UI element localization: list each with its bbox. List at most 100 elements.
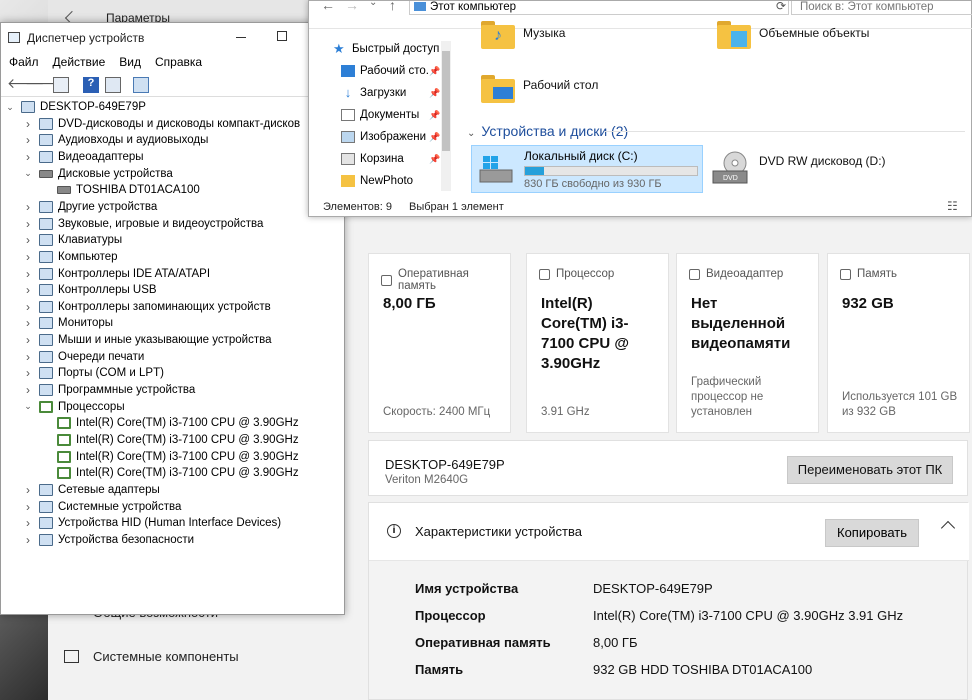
tree-node[interactable]: › Клавиатуры — [23, 232, 122, 248]
music-folder-icon[interactable]: ♪ — [481, 19, 515, 49]
tree-node[interactable]: › Системные устройства — [23, 499, 181, 515]
nav-recycle-bin[interactable]: Корзина 📌 — [341, 149, 440, 169]
back-arrow-icon[interactable]: 🡐 — [7, 75, 45, 91]
chevron-right-icon[interactable]: › — [23, 483, 33, 497]
chevron-down-icon[interactable]: ⌄ — [369, 0, 377, 8]
copy-button[interactable]: Копировать — [825, 519, 919, 547]
chevron-up-icon[interactable] — [940, 520, 956, 536]
nav-newphoto[interactable]: NewPhoto — [341, 171, 413, 191]
nav-pictures[interactable]: Изображени 📌 — [341, 127, 440, 147]
chevron-right-icon[interactable]: › — [23, 233, 33, 247]
tree-node[interactable]: TOSHIBA DT01ACA100 — [41, 182, 200, 198]
tree-node[interactable]: ⌄ Дисковые устройства — [23, 166, 173, 182]
tree-node[interactable]: Intel(R) Core(TM) i3-7100 CPU @ 3.90GHz — [41, 465, 299, 481]
chevron-right-icon[interactable]: › — [23, 333, 33, 347]
chevron-right-icon[interactable]: › — [23, 383, 33, 397]
pin-icon[interactable]: 📌 — [429, 132, 440, 143]
tree-node[interactable]: › Другие устройства — [23, 199, 157, 215]
tree-node[interactable]: › Контроллеры USB — [23, 282, 157, 298]
specs-header[interactable]: i Характеристики устройства Копировать — [369, 503, 969, 561]
chevron-right-icon[interactable]: › — [23, 150, 33, 164]
chevron-right-icon[interactable]: › — [23, 283, 33, 297]
devices-group-header[interactable]: ⌄ Устройства и диски (2) — [467, 123, 965, 139]
dvd-drive-icon[interactable]: DVD — [711, 149, 751, 189]
rename-pc-button[interactable]: Переименовать этот ПК — [787, 456, 953, 484]
chevron-down-icon[interactable]: ⌄ — [5, 102, 15, 113]
menu-action[interactable]: Действие — [53, 53, 106, 73]
nav-documents[interactable]: Документы 📌 — [341, 105, 440, 125]
back-arrow-icon[interactable]: ← — [321, 0, 335, 13]
folder-3d-objects-label[interactable]: Объемные объекты — [759, 26, 869, 40]
folder-desktop-label[interactable]: Рабочий стол — [523, 78, 598, 92]
minimize-icon[interactable] — [236, 37, 246, 38]
nav-scrollbar[interactable] — [441, 41, 451, 191]
drive-c[interactable]: Локальный диск (C:) 830 ГБ свободно из 9… — [471, 145, 703, 193]
pin-icon[interactable]: 📌 — [429, 66, 440, 77]
tree-node[interactable]: › Устройства HID (Human Interface Devices… — [23, 515, 281, 531]
chevron-right-icon[interactable]: › — [23, 533, 33, 547]
view-icon[interactable] — [105, 77, 121, 93]
menu-file[interactable]: Файл — [9, 53, 39, 73]
devmgr-titlebar[interactable]: Диспетчер устройств × — [1, 23, 344, 53]
pin-icon[interactable]: 📌 — [429, 110, 440, 121]
folder-music-label[interactable]: Музыка — [523, 26, 565, 40]
tree-node[interactable]: › Устройства безопасности — [23, 532, 194, 548]
address-path[interactable]: Этот компьютер — [409, 1, 789, 15]
nav-system-components[interactable]: Системные компоненты — [48, 638, 320, 678]
up-arrow-icon[interactable]: ↑ — [389, 0, 396, 13]
tree-node[interactable]: ⌄ Процессоры — [23, 399, 125, 415]
tree-node[interactable]: › Видеоадаптеры — [23, 149, 144, 165]
chevron-down-icon[interactable]: ⌄ — [23, 401, 33, 412]
menu-help[interactable]: Справка — [155, 53, 202, 73]
chevron-right-icon[interactable]: › — [23, 250, 33, 264]
tree-node[interactable]: › DVD-дисководы и дисководы компакт-диско… — [23, 116, 300, 132]
tree-node[interactable]: › Порты (COM и LPT) — [23, 365, 164, 381]
chevron-right-icon[interactable]: › — [23, 366, 33, 380]
chevron-right-icon[interactable]: › — [23, 300, 33, 314]
tree-node[interactable]: › Мыши и иные указывающие устройства — [23, 332, 272, 348]
help-icon[interactable]: ? — [83, 77, 99, 93]
chevron-down-icon[interactable]: ⌄ — [23, 168, 33, 179]
chevron-right-icon[interactable]: › — [23, 500, 33, 514]
search-input[interactable]: Поиск в: Этот компьютер — [791, 1, 972, 15]
nav-quick-access[interactable]: ★ Быстрый доступ — [333, 39, 439, 59]
chevron-right-icon[interactable]: › — [23, 200, 33, 214]
chevron-right-icon[interactable]: › — [23, 267, 33, 281]
forward-arrow-icon[interactable]: 🡒 — [25, 75, 63, 91]
chevron-right-icon[interactable]: › — [23, 350, 33, 364]
tree-node[interactable]: › Очереди печати — [23, 349, 144, 365]
tree-node[interactable]: Intel(R) Core(TM) i3-7100 CPU @ 3.90GHz — [41, 449, 299, 465]
chevron-right-icon[interactable]: › — [23, 217, 33, 231]
chevron-right-icon[interactable]: › — [23, 516, 33, 530]
forward-arrow-icon[interactable]: → — [345, 0, 359, 13]
properties-icon[interactable] — [53, 77, 69, 93]
tree-node[interactable]: › Контроллеры IDE ATA/ATAPI — [23, 266, 210, 282]
refresh-icon[interactable]: ⟳ — [776, 0, 786, 13]
chevron-right-icon[interactable]: › — [23, 316, 33, 330]
3d-objects-folder-icon[interactable] — [717, 19, 751, 49]
tree-node[interactable]: › Компьютер — [23, 249, 118, 265]
tree-node[interactable]: Intel(R) Core(TM) i3-7100 CPU @ 3.90GHz — [41, 432, 299, 448]
nav-desktop[interactable]: Рабочий сто. 📌 — [341, 61, 440, 81]
menu-view[interactable]: Вид — [119, 53, 141, 73]
chevron-right-icon[interactable]: › — [23, 133, 33, 147]
tree-node[interactable]: ⌄ DESKTOP-649E79P — [5, 99, 146, 115]
tree-node[interactable]: › Звуковые, игровые и видеоустройства — [23, 216, 263, 232]
card-header: Память — [840, 268, 897, 280]
tree-node[interactable]: Intel(R) Core(TM) i3-7100 CPU @ 3.90GHz — [41, 415, 299, 431]
chevron-right-icon[interactable]: › — [23, 117, 33, 131]
tree-node[interactable]: › Контроллеры запоминающих устройств — [23, 299, 271, 315]
pin-icon[interactable]: 📌 — [429, 88, 440, 99]
tree-node[interactable]: › Аудиовходы и аудиовыходы — [23, 132, 208, 148]
scan-hardware-icon[interactable] — [133, 77, 149, 93]
maximize-icon[interactable] — [277, 31, 287, 41]
tree-node[interactable]: › Сетевые адаптеры — [23, 482, 160, 498]
scrollbar-thumb[interactable] — [442, 51, 450, 151]
details-view-icon[interactable]: ☷ — [947, 199, 958, 213]
drive-d-label[interactable]: DVD RW дисковод (D:) — [759, 154, 886, 168]
tree-node[interactable]: › Программные устройства — [23, 382, 195, 398]
pin-icon[interactable]: 📌 — [429, 154, 440, 165]
desktop-folder-icon[interactable] — [481, 73, 515, 103]
nav-downloads[interactable]: ↓ Загрузки 📌 — [341, 83, 440, 103]
tree-node[interactable]: › Мониторы — [23, 315, 113, 331]
